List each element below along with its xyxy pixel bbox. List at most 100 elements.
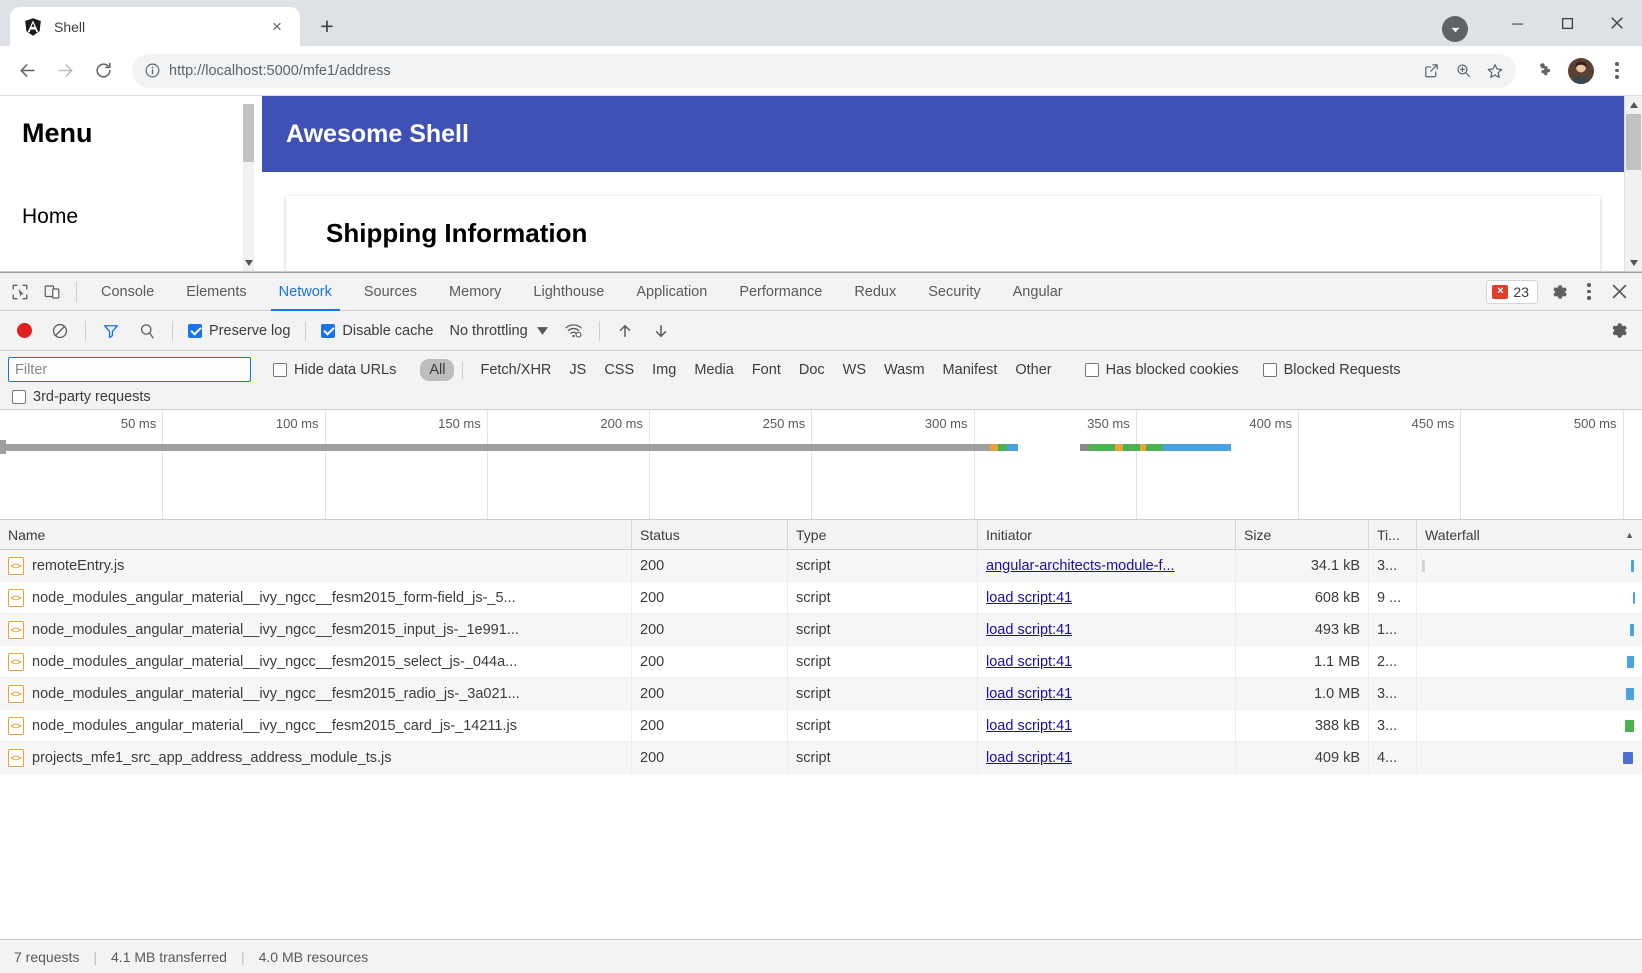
filter-type-manifest[interactable]: Manifest	[934, 359, 1007, 381]
window-close-button[interactable]	[1592, 0, 1642, 46]
network-overview[interactable]: 50 ms 100 ms 150 ms 200 ms 250 ms 300 ms 350 m…	[0, 410, 1642, 520]
hide-data-urls-checkbox[interactable]: Hide data URLs	[267, 362, 402, 378]
column-header-type[interactable]: Type	[788, 519, 978, 550]
zoom-icon[interactable]	[1448, 56, 1478, 86]
filter-type-fetch-xhr[interactable]: Fetch/XHR	[471, 359, 560, 381]
filter-toggle-button[interactable]	[95, 315, 127, 347]
column-header-waterfall[interactable]: Waterfall ▲	[1417, 520, 1642, 550]
import-har-icon[interactable]	[609, 315, 641, 347]
cell-name[interactable]: <> remoteEntry.js	[0, 550, 632, 582]
tab-lighthouse[interactable]: Lighthouse	[517, 273, 620, 311]
checkbox-box[interactable]	[1084, 362, 1099, 377]
initiator-link[interactable]: angular-architects-module-f...	[986, 558, 1175, 574]
column-header-size[interactable]: Size	[1236, 519, 1369, 550]
star-icon[interactable]	[1480, 56, 1510, 86]
cell-initiator[interactable]: angular-architects-module-f...	[978, 550, 1236, 582]
cell-waterfall[interactable]	[1417, 550, 1642, 582]
filter-type-font[interactable]: Font	[743, 359, 790, 381]
window-minimize-button[interactable]	[1492, 0, 1542, 46]
share-icon[interactable]	[1416, 56, 1446, 86]
table-row[interactable]: <> node_modules_angular_material__ivy_ngc…	[0, 645, 1642, 678]
initiator-link[interactable]: load script:41	[986, 622, 1072, 638]
new-tab-button[interactable]: +	[310, 9, 344, 43]
page-scroll-up-icon[interactable]	[1625, 96, 1642, 113]
window-maximize-button[interactable]	[1542, 0, 1592, 46]
tab-redux[interactable]: Redux	[838, 273, 912, 311]
cell-name[interactable]: <> node_modules_angular_material__ivy_ngc…	[0, 581, 632, 614]
cell-name[interactable]: <> node_modules_angular_material__ivy_ngc…	[0, 709, 632, 742]
preserve-log-checkbox[interactable]: Preserve log	[182, 323, 296, 339]
cell-name[interactable]: <> node_modules_angular_material__ivy_ngc…	[0, 645, 632, 678]
cell-initiator[interactable]: load script:41	[978, 677, 1236, 710]
filter-type-doc[interactable]: Doc	[790, 359, 834, 381]
filter-type-wasm[interactable]: Wasm	[875, 359, 934, 381]
cell-initiator[interactable]: load script:41	[978, 709, 1236, 742]
tab-network[interactable]: Network	[263, 273, 348, 311]
browser-menu-button[interactable]	[1602, 54, 1632, 88]
cell-waterfall[interactable]	[1417, 678, 1642, 710]
gear-icon[interactable]	[1544, 277, 1574, 307]
cell-waterfall[interactable]	[1417, 710, 1642, 742]
throttling-select[interactable]: No throttling	[443, 323, 527, 339]
tab-angular[interactable]: Angular	[997, 273, 1079, 311]
info-circle-icon[interactable]	[144, 62, 161, 79]
filter-type-ws[interactable]: WS	[834, 359, 875, 381]
filter-type-css[interactable]: CSS	[595, 359, 643, 381]
filter-input[interactable]	[8, 357, 251, 382]
network-settings-gear-icon[interactable]	[1602, 315, 1634, 347]
cell-initiator[interactable]: load script:41	[978, 613, 1236, 646]
initiator-link[interactable]: load script:41	[986, 654, 1072, 670]
filter-type-img[interactable]: Img	[643, 359, 685, 381]
checkbox-box[interactable]	[273, 362, 287, 377]
tab-close-icon[interactable]: ×	[266, 16, 288, 38]
column-header-status[interactable]: Status	[632, 519, 788, 550]
initiator-link[interactable]: load script:41	[986, 718, 1072, 734]
sidebar-item-home[interactable]: Home	[22, 205, 262, 229]
record-button[interactable]	[8, 315, 40, 347]
cell-name[interactable]: <> projects_mfe1_src_app_address_address_…	[0, 741, 632, 774]
cell-waterfall[interactable]	[1417, 614, 1642, 646]
page-scrollbar[interactable]	[1624, 96, 1642, 271]
has-blocked-cookies-checkbox[interactable]: Has blocked cookies	[1079, 362, 1245, 378]
cell-name[interactable]: <> node_modules_angular_material__ivy_ngc…	[0, 677, 632, 710]
tab-console[interactable]: Console	[85, 273, 170, 311]
sidebar-scrollbar[interactable]	[243, 104, 254, 271]
checkbox-box[interactable]	[321, 323, 336, 338]
tab-elements[interactable]: Elements	[170, 273, 262, 311]
column-header-initiator[interactable]: Initiator	[978, 519, 1236, 550]
table-row[interactable]: <> projects_mfe1_src_app_address_address_…	[0, 741, 1642, 774]
cell-name[interactable]: <> node_modules_angular_material__ivy_ngc…	[0, 613, 632, 646]
sidebar-scroll-thumb[interactable]	[243, 104, 254, 162]
filter-type-js[interactable]: JS	[560, 359, 595, 381]
initiator-link[interactable]: load script:41	[986, 750, 1072, 766]
reload-button-icon[interactable]	[86, 54, 120, 88]
third-party-requests-checkbox[interactable]: 3rd-party requests	[12, 389, 157, 405]
checkbox-box[interactable]	[1262, 362, 1277, 377]
tab-security[interactable]: Security	[912, 273, 996, 311]
error-count-badge[interactable]: × 23	[1486, 279, 1538, 304]
column-header-name[interactable]: Name	[0, 519, 632, 550]
forward-button-icon[interactable]	[48, 54, 82, 88]
filter-type-other[interactable]: Other	[1006, 359, 1060, 381]
cell-waterfall[interactable]	[1417, 582, 1642, 614]
cell-initiator[interactable]: load script:41	[978, 581, 1236, 614]
table-row[interactable]: <> node_modules_angular_material__ivy_ngc…	[0, 613, 1642, 646]
cell-initiator[interactable]: load script:41	[978, 645, 1236, 678]
browser-tab[interactable]: Shell ×	[10, 7, 300, 46]
tab-sources[interactable]: Sources	[348, 273, 433, 311]
page-scroll-thumb[interactable]	[1626, 114, 1641, 170]
url-text[interactable]: http://localhost:5000/mfe1/address	[169, 63, 1408, 79]
download-indicator-icon[interactable]	[1442, 16, 1468, 42]
table-row[interactable]: <> node_modules_angular_material__ivy_ngc…	[0, 709, 1642, 742]
network-conditions-wifi-icon[interactable]	[558, 315, 590, 347]
page-scroll-down-icon[interactable]	[1625, 254, 1642, 271]
cell-waterfall[interactable]	[1417, 742, 1642, 774]
address-bar[interactable]: http://localhost:5000/mfe1/address	[132, 53, 1516, 88]
inspect-cursor-icon[interactable]	[4, 276, 36, 308]
checkbox-box[interactable]	[12, 390, 26, 404]
tab-performance[interactable]: Performance	[723, 273, 838, 311]
tab-application[interactable]: Application	[620, 273, 723, 311]
devtools-close-icon[interactable]	[1604, 277, 1634, 307]
tab-memory[interactable]: Memory	[433, 273, 517, 311]
filter-type-media[interactable]: Media	[685, 359, 743, 381]
